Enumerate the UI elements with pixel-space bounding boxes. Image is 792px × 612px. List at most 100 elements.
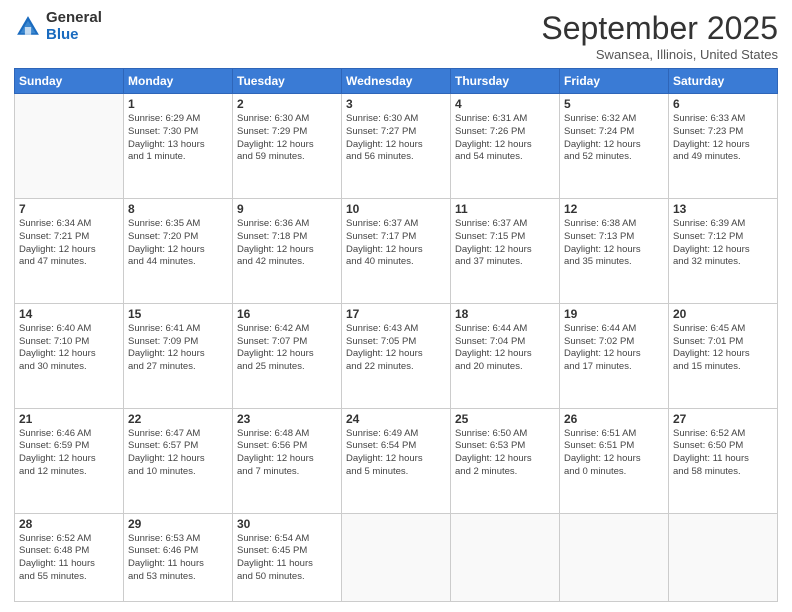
calendar-cell: 19 Sunrise: 6:44 AMSunset: 7:02 PMDayligh… xyxy=(560,303,669,408)
calendar-cell: 22 Sunrise: 6:47 AMSunset: 6:57 PMDayligh… xyxy=(124,408,233,513)
week-row-5: 28 Sunrise: 6:52 AMSunset: 6:48 PMDayligh… xyxy=(15,513,778,602)
day-number: 1 xyxy=(128,97,228,111)
day-number: 28 xyxy=(19,517,119,531)
calendar-cell: 13Sunrise: 6:39 AMSunset: 7:12 PMDayligh… xyxy=(669,198,778,303)
calendar-cell: 1 Sunrise: 6:29 AMSunset: 7:30 PMDaylight… xyxy=(124,94,233,199)
calendar-cell: 27Sunrise: 6:52 AMSunset: 6:50 PMDayligh… xyxy=(669,408,778,513)
week-row-2: 7 Sunrise: 6:34 AMSunset: 7:21 PMDaylight… xyxy=(15,198,778,303)
header-row: SundayMondayTuesdayWednesdayThursdayFrid… xyxy=(15,69,778,94)
cell-info: Sunrise: 6:32 AMSunset: 7:24 PMDaylight:… xyxy=(564,113,664,164)
cell-info: Sunrise: 6:44 AMSunset: 7:04 PMDaylight:… xyxy=(455,323,555,374)
cell-info: Sunrise: 6:48 AMSunset: 6:56 PMDaylight:… xyxy=(237,428,337,479)
day-number: 26 xyxy=(564,412,664,426)
day-number: 30 xyxy=(237,517,337,531)
calendar-cell xyxy=(669,513,778,602)
day-number: 8 xyxy=(128,202,228,216)
day-number: 4 xyxy=(455,97,555,111)
calendar-cell: 10Sunrise: 6:37 AMSunset: 7:17 PMDayligh… xyxy=(342,198,451,303)
day-number: 29 xyxy=(128,517,228,531)
calendar-cell: 14Sunrise: 6:40 AMSunset: 7:10 PMDayligh… xyxy=(15,303,124,408)
calendar-cell: 11Sunrise: 6:37 AMSunset: 7:15 PMDayligh… xyxy=(451,198,560,303)
calendar-cell: 9Sunrise: 6:36 AMSunset: 7:18 PMDaylight… xyxy=(233,198,342,303)
cell-info: Sunrise: 6:41 AMSunset: 7:09 PMDaylight:… xyxy=(128,323,228,374)
calendar-cell: 26 Sunrise: 6:51 AMSunset: 6:51 PMDayligh… xyxy=(560,408,669,513)
cell-info: Sunrise: 6:45 AMSunset: 7:01 PMDaylight:… xyxy=(673,323,773,374)
calendar-cell: 25 Sunrise: 6:50 AMSunset: 6:53 PMDayligh… xyxy=(451,408,560,513)
day-number: 19 xyxy=(564,307,664,321)
cell-info: Sunrise: 6:42 AMSunset: 7:07 PMDaylight:… xyxy=(237,323,337,374)
cell-info: Sunrise: 6:52 AMSunset: 6:48 PMDaylight:… xyxy=(19,533,119,584)
top-section: General Blue September 2025 Swansea, Ill… xyxy=(14,10,778,62)
week-row-4: 21Sunrise: 6:46 AMSunset: 6:59 PMDayligh… xyxy=(15,408,778,513)
cell-info: Sunrise: 6:30 AMSunset: 7:27 PMDaylight:… xyxy=(346,113,446,164)
cell-info: Sunrise: 6:34 AMSunset: 7:21 PMDaylight:… xyxy=(19,218,119,269)
calendar-cell: 2 Sunrise: 6:30 AMSunset: 7:29 PMDaylight… xyxy=(233,94,342,199)
cell-info: Sunrise: 6:39 AMSunset: 7:12 PMDaylight:… xyxy=(673,218,773,269)
day-number: 9 xyxy=(237,202,337,216)
day-number: 15 xyxy=(128,307,228,321)
calendar-cell: 4 Sunrise: 6:31 AMSunset: 7:26 PMDaylight… xyxy=(451,94,560,199)
logo-blue-text: Blue xyxy=(46,27,102,44)
cell-info: Sunrise: 6:35 AMSunset: 7:20 PMDaylight:… xyxy=(128,218,228,269)
weekday-header-sunday: Sunday xyxy=(15,69,124,94)
logo-text: General Blue xyxy=(46,10,102,43)
location: Swansea, Illinois, United States xyxy=(541,47,778,62)
page: General Blue September 2025 Swansea, Ill… xyxy=(0,0,792,612)
calendar-cell xyxy=(15,94,124,199)
calendar-cell xyxy=(560,513,669,602)
calendar-cell: 24Sunrise: 6:49 AMSunset: 6:54 PMDayligh… xyxy=(342,408,451,513)
weekday-header-friday: Friday xyxy=(560,69,669,94)
day-number: 22 xyxy=(128,412,228,426)
calendar-cell: 28 Sunrise: 6:52 AMSunset: 6:48 PMDayligh… xyxy=(15,513,124,602)
cell-info: Sunrise: 6:47 AMSunset: 6:57 PMDaylight:… xyxy=(128,428,228,479)
logo: General Blue xyxy=(14,10,102,43)
calendar-cell: 12 Sunrise: 6:38 AMSunset: 7:13 PMDayligh… xyxy=(560,198,669,303)
calendar-cell xyxy=(342,513,451,602)
cell-info: Sunrise: 6:50 AMSunset: 6:53 PMDaylight:… xyxy=(455,428,555,479)
calendar: SundayMondayTuesdayWednesdayThursdayFrid… xyxy=(14,68,778,602)
calendar-cell: 5 Sunrise: 6:32 AMSunset: 7:24 PMDaylight… xyxy=(560,94,669,199)
day-number: 12 xyxy=(564,202,664,216)
calendar-cell: 16 Sunrise: 6:42 AMSunset: 7:07 PMDayligh… xyxy=(233,303,342,408)
day-number: 18 xyxy=(455,307,555,321)
day-number: 25 xyxy=(455,412,555,426)
day-number: 17 xyxy=(346,307,446,321)
logo-icon xyxy=(14,13,42,41)
calendar-cell: 17 Sunrise: 6:43 AMSunset: 7:05 PMDayligh… xyxy=(342,303,451,408)
day-number: 6 xyxy=(673,97,773,111)
weekday-header-monday: Monday xyxy=(124,69,233,94)
cell-info: Sunrise: 6:31 AMSunset: 7:26 PMDaylight:… xyxy=(455,113,555,164)
header-right: September 2025 Swansea, Illinois, United… xyxy=(541,10,778,62)
cell-info: Sunrise: 6:33 AMSunset: 7:23 PMDaylight:… xyxy=(673,113,773,164)
calendar-cell xyxy=(451,513,560,602)
day-number: 23 xyxy=(237,412,337,426)
cell-info: Sunrise: 6:46 AMSunset: 6:59 PMDaylight:… xyxy=(19,428,119,479)
cell-info: Sunrise: 6:37 AMSunset: 7:15 PMDaylight:… xyxy=(455,218,555,269)
cell-info: Sunrise: 6:49 AMSunset: 6:54 PMDaylight:… xyxy=(346,428,446,479)
calendar-cell: 15 Sunrise: 6:41 AMSunset: 7:09 PMDayligh… xyxy=(124,303,233,408)
cell-info: Sunrise: 6:54 AMSunset: 6:45 PMDaylight:… xyxy=(237,533,337,584)
calendar-cell: 7 Sunrise: 6:34 AMSunset: 7:21 PMDaylight… xyxy=(15,198,124,303)
calendar-cell: 20Sunrise: 6:45 AMSunset: 7:01 PMDayligh… xyxy=(669,303,778,408)
calendar-cell: 6 Sunrise: 6:33 AMSunset: 7:23 PMDaylight… xyxy=(669,94,778,199)
day-number: 3 xyxy=(346,97,446,111)
week-row-1: 1 Sunrise: 6:29 AMSunset: 7:30 PMDaylight… xyxy=(15,94,778,199)
day-number: 10 xyxy=(346,202,446,216)
cell-info: Sunrise: 6:38 AMSunset: 7:13 PMDaylight:… xyxy=(564,218,664,269)
day-number: 16 xyxy=(237,307,337,321)
weekday-header-thursday: Thursday xyxy=(451,69,560,94)
calendar-cell: 23 Sunrise: 6:48 AMSunset: 6:56 PMDayligh… xyxy=(233,408,342,513)
cell-info: Sunrise: 6:43 AMSunset: 7:05 PMDaylight:… xyxy=(346,323,446,374)
day-number: 7 xyxy=(19,202,119,216)
day-number: 5 xyxy=(564,97,664,111)
month-title: September 2025 xyxy=(541,10,778,47)
cell-info: Sunrise: 6:44 AMSunset: 7:02 PMDaylight:… xyxy=(564,323,664,374)
day-number: 27 xyxy=(673,412,773,426)
cell-info: Sunrise: 6:40 AMSunset: 7:10 PMDaylight:… xyxy=(19,323,119,374)
cell-info: Sunrise: 6:51 AMSunset: 6:51 PMDaylight:… xyxy=(564,428,664,479)
day-number: 2 xyxy=(237,97,337,111)
cell-info: Sunrise: 6:29 AMSunset: 7:30 PMDaylight:… xyxy=(128,113,228,164)
weekday-header-tuesday: Tuesday xyxy=(233,69,342,94)
cell-info: Sunrise: 6:30 AMSunset: 7:29 PMDaylight:… xyxy=(237,113,337,164)
cell-info: Sunrise: 6:53 AMSunset: 6:46 PMDaylight:… xyxy=(128,533,228,584)
